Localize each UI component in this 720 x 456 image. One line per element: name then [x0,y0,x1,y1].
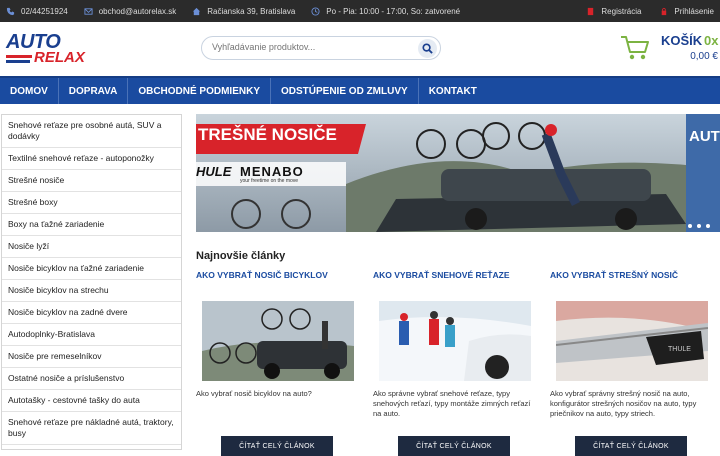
sidebar-item[interactable]: Autodoplnky-Bratislava [2,324,181,346]
cart-price: 0,00 € [690,51,718,62]
article-title[interactable]: AKO VYBRAŤ NOSIČ BICYKLOV [196,270,362,284]
nav-item-doprava[interactable]: DOPRAVA [59,78,129,104]
nav-item-obchodne-podmienky[interactable]: OBCHODNÉ PODMIENKY [128,78,271,104]
clock-icon [311,6,320,16]
article-desc: Ako vybrať nosič bicyklov na auto? [196,389,312,398]
logo-line2: RELAX [34,49,85,66]
article-card: AKO VYBRAŤ SNEHOVÉ REŤAZE Ako správne vy… [373,270,539,456]
sidebar-item[interactable]: Snehové reťaze pre osobné autá, SUV a do… [2,115,181,148]
email-info[interactable]: obchod@autorelax.sk [84,6,177,16]
banner-side-text: AUT [689,128,720,145]
sidebar-item[interactable]: Autotašky - cestovné tašky do auta [2,390,181,412]
banner-brand2-tagline: your freetime on the move [240,178,299,184]
sidebar-item[interactable]: Nosiče lyží [2,236,181,258]
address-info: Račianska 39, Bratislava [192,7,295,16]
phone-icon [6,7,15,15]
logo-stripe-red [6,55,32,58]
top-info-bar: 02/44251924 obchod@autorelax.sk Račiansk… [0,0,720,22]
sidebar-item[interactable]: Nosiče pre remeselníkov [2,346,181,368]
svg-text:THULE: THULE [668,346,691,353]
phone-text: 02/44251924 [21,6,68,16]
article-desc: Ako správne vybrať snehové reťaze, typy … [373,389,531,418]
login-label: Prihlásenie [674,6,714,16]
article-card: AKO VYBRAŤ STREŠNÝ NOSIČ THULE Ako vybra… [550,270,716,456]
site-logo[interactable]: AUTO RELAX [6,31,88,67]
login-icon [662,7,667,15]
article-desc: Ako vybrať správny strešný nosič na auto… [550,389,697,418]
sidebar-item[interactable]: Nosiče bicyklov na strechu [2,280,181,302]
sidebar-item[interactable]: Nosiče bicyklov na ťažné zariadenie [2,258,181,280]
read-article-button[interactable]: ČÍTAŤ CELÝ ČLÁNOK [575,436,687,456]
sidebar-item[interactable]: Strešné nosiče [2,170,181,192]
sidebar-item[interactable]: Nosiče bicyklov na zadné dvere [2,302,181,324]
read-article-button[interactable]: ČÍTAŤ CELÝ ČLÁNOK [221,436,333,456]
read-article-button[interactable]: ČÍTAŤ CELÝ ČLÁNOK [398,436,510,456]
sidebar-item[interactable]: Boxy na ťažné zariadenie [2,214,181,236]
article-title[interactable]: AKO VYBRAŤ SNEHOVÉ REŤAZE [373,270,539,284]
main-nav: DOMOV DOPRAVA OBCHODNÉ PODMIENKY ODSTÚPE… [0,76,720,104]
latest-articles-title: Najnovšie články [196,250,286,262]
article-title[interactable]: AKO VYBRAŤ STREŠNÝ NOSIČ [550,270,716,284]
search-box [201,36,441,60]
login-link[interactable]: Prihlásenie [659,7,714,16]
banner-heading: TREŠNÉ NOSIČE [198,125,337,144]
article-image[interactable] [379,301,531,381]
article-card: AKO VYBRAŤ NOSIČ BICYKLOV Ako vybrať nos… [196,270,362,456]
category-sidebar: Snehové reťaze pre osobné autá, SUV a do… [1,114,182,450]
header: AUTO RELAX KOŠÍK 0x 0,00 € [0,22,720,76]
cart-icon [621,36,649,60]
search-icon [422,43,433,54]
sidebar-item[interactable]: Textilné snehové reťaze - autoponožky [2,148,181,170]
cart-widget[interactable]: KOŠÍK 0x 0,00 € [620,30,720,74]
home-icon [193,7,201,15]
search-input[interactable] [212,42,412,52]
email-text: obchod@autorelax.sk [98,6,177,16]
sidebar-item[interactable]: Snehové reťaze pre nákladné autá, trakto… [2,412,181,445]
sidebar-item[interactable]: Strešné boxy [2,192,181,214]
email-icon [84,7,93,15]
cart-title: KOŠÍK [661,33,703,48]
banner-brand2: MENABO [240,164,304,179]
hours-info: Po - Pia: 10:00 - 17:00, So: zatvorené [311,7,460,16]
hero-banner[interactable]: TREŠNÉ NOSIČE HULE MENABO your freetime … [196,114,720,232]
hours-text: Po - Pia: 10:00 - 17:00, So: zatvorené [326,6,461,16]
address-text: Račianska 39, Bratislava [207,6,296,16]
nav-item-domov[interactable]: DOMOV [0,78,59,104]
cart-count: 0x [704,33,719,48]
banner-brand1: HULE [196,164,232,179]
phone-info[interactable]: 02/44251924 [6,7,68,16]
search-button[interactable] [418,39,437,58]
register-link[interactable]: Registrácia [586,7,641,16]
register-label: Registrácia [601,6,642,16]
article-image[interactable]: THULE [556,301,708,381]
article-image[interactable] [202,301,354,381]
nav-item-kontakt[interactable]: KONTAKT [419,78,487,104]
register-icon [588,7,594,15]
nav-item-odstupenie[interactable]: ODSTÚPENIE OD ZMLUVY [271,78,419,104]
logo-stripe-blue [6,60,30,63]
sidebar-item[interactable]: Ostatné nosiče a príslušenstvo [2,368,181,390]
